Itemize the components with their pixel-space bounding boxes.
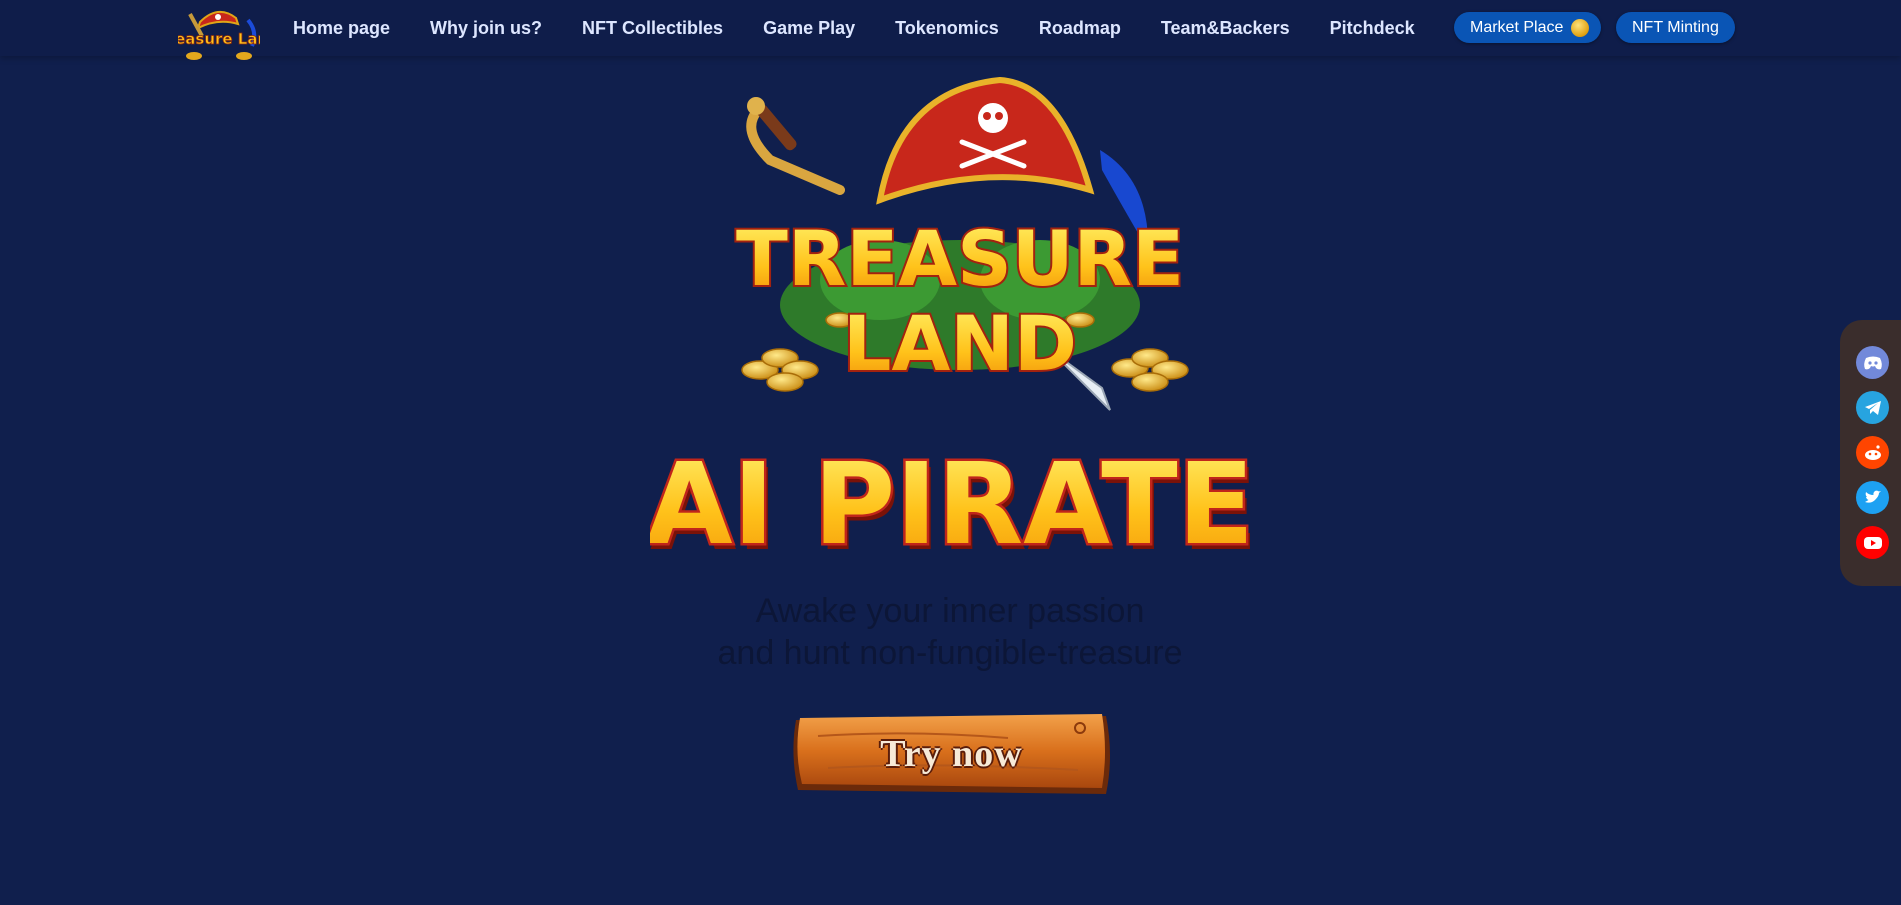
tagline-line-2: and hunt non-fungible-treasure [717,634,1183,672]
treasure-land-logo[interactable]: Treasure Land [178,6,260,66]
nav-link-home[interactable]: Home page [293,18,390,39]
nav-link-why-join[interactable]: Why join us? [430,18,542,39]
nav-link-pitchdeck[interactable]: Pitchdeck [1330,18,1415,39]
nav-link-team-backers[interactable]: Team&Backers [1161,18,1290,39]
discord-icon[interactable] [1856,346,1889,379]
nav-link-roadmap[interactable]: Roadmap [1039,18,1121,39]
market-place-button[interactable]: Market Place [1454,12,1602,43]
hero-logo-line1: TREASURE [736,214,1184,303]
hero-logo-line2: LAND [843,299,1077,388]
nav-link-game-play[interactable]: Game Play [763,18,855,39]
twitter-icon[interactable] [1856,481,1889,514]
reddit-icon[interactable] [1856,436,1889,469]
treasure-land-hero-logo: TREASURE LAND [734,76,1189,411]
top-navbar: Treasure Land Home page Why join us? NFT… [0,0,1901,60]
wooden-plank-icon [793,714,1110,794]
market-place-label: Market Place [1470,18,1564,36]
hero-tagline: Awake your inner passion and hunt non-fu… [600,590,1300,674]
nft-minting-button[interactable]: NFT Minting [1616,12,1735,43]
tagline-line-1: Awake your inner passion [755,592,1145,630]
nav-links: Home page Why join us? NFT Collectibles … [293,0,1435,56]
nav-link-nft-collectibles[interactable]: NFT Collectibles [582,18,723,39]
try-now-button[interactable]: Try now [788,710,1115,798]
nft-minting-label: NFT Minting [1632,18,1719,36]
svg-text:Treasure Land: Treasure Land [178,30,260,48]
social-sidebar [1840,320,1901,586]
coin-icon [1571,18,1590,37]
nav-link-tokenomics[interactable]: Tokenomics [895,18,999,39]
ai-pirate-title: AI PIRATE AI PIRATE [650,438,1250,566]
youtube-icon[interactable] [1856,526,1889,559]
ai-pirate-title-text: AI PIRATE [650,440,1250,565]
telegram-icon[interactable] [1856,391,1889,424]
